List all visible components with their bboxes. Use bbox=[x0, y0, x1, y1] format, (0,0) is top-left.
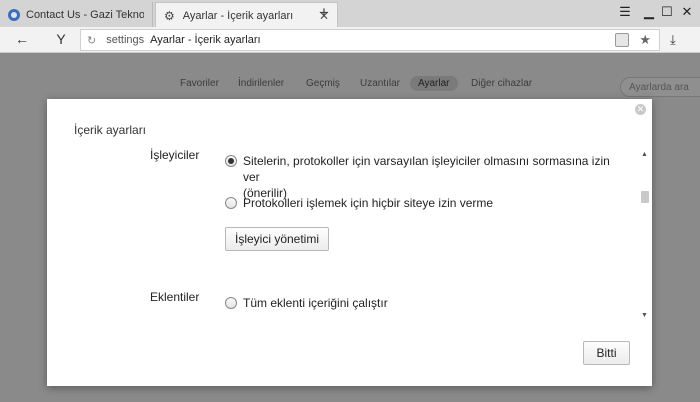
plugins-run-all-label: Tüm eklenti içeriğini çalıştır bbox=[243, 296, 388, 310]
settings-search-input[interactable]: Ayarlarda ara bbox=[620, 77, 700, 97]
scroll-down-arrow-icon[interactable]: ▼ bbox=[641, 312, 648, 319]
nav-item-other-devices[interactable]: Diğer cihazlar bbox=[471, 78, 532, 89]
scroll-up-arrow-icon[interactable]: ▲ bbox=[641, 151, 648, 158]
url-scheme: settings bbox=[106, 34, 145, 46]
done-button[interactable]: Bitti bbox=[583, 341, 630, 365]
nav-item-settings[interactable]: Ayarlar bbox=[410, 76, 458, 91]
protect-shield-icon[interactable] bbox=[615, 33, 629, 47]
plugins-run-all-option[interactable]: Tüm eklenti içeriğini çalıştır bbox=[225, 295, 388, 311]
nav-item-downloads[interactable]: İndirilenler bbox=[238, 78, 284, 89]
tab-title: Ayarlar - İçerik ayarları bbox=[182, 9, 294, 22]
dialog-title: İçerik ayarları bbox=[74, 123, 147, 137]
tab-settings[interactable]: ⚙ Ayarlar - İçerik ayarları ✕ bbox=[155, 2, 338, 28]
tab-contact-us[interactable]: Contact Us - Gazi Teknoparl bbox=[0, 2, 153, 27]
nav-item-history[interactable]: Geçmiş bbox=[306, 78, 340, 89]
bookmark-star-icon[interactable]: ★ bbox=[639, 32, 651, 48]
manage-handlers-button[interactable]: İşleyici yönetimi bbox=[225, 227, 329, 251]
back-arrow-icon[interactable]: ← bbox=[12, 31, 32, 47]
handlers-section-label: İşleyiciler bbox=[150, 148, 200, 162]
url-path: Ayarlar - İçerik ayarları bbox=[150, 34, 261, 46]
settings-nav: Favoriler İndirilenler Geçmiş Uzantılar … bbox=[0, 75, 700, 97]
new-tab-button[interactable]: + bbox=[315, 3, 333, 23]
tab-strip: Contact Us - Gazi Teknoparl ⚙ Ayarlar - … bbox=[0, 0, 700, 28]
vertical-scrollbar[interactable]: ▲ ▼ bbox=[639, 151, 651, 319]
scroll-thumb[interactable] bbox=[641, 191, 649, 203]
radio-deny-handlers[interactable] bbox=[225, 197, 237, 209]
maximize-icon[interactable]: ☐ bbox=[658, 4, 676, 20]
gear-icon: ⚙ bbox=[164, 8, 175, 23]
handlers-deny-label: Protokolleri işlemek için hiçbir siteye … bbox=[243, 196, 494, 210]
content-settings-dialog: ✕ İçerik ayarları İşleyiciler Sitelerin,… bbox=[47, 99, 652, 386]
radio-run-all-plugins[interactable] bbox=[225, 297, 237, 309]
nav-item-favorites[interactable]: Favoriler bbox=[180, 78, 219, 89]
dialog-close-icon[interactable]: ✕ bbox=[635, 104, 646, 115]
address-bar[interactable]: ↻ settings Ayarlar - İçerik ayarları ★ bbox=[80, 29, 660, 51]
menu-icon[interactable]: ☰ bbox=[616, 4, 634, 20]
minimize-icon[interactable]: ▁ bbox=[640, 4, 658, 20]
plugins-section-label: Eklentiler bbox=[150, 290, 200, 304]
handlers-allow-text: Sitelerin, protokoller için varsayılan i… bbox=[243, 153, 620, 201]
tab-title: Contact Us - Gazi Teknoparl bbox=[26, 8, 144, 21]
reload-icon[interactable]: ↻ bbox=[87, 34, 96, 47]
handlers-allow-option[interactable]: Sitelerin, protokoller için varsayılan i… bbox=[225, 153, 620, 201]
dialog-scroll-area[interactable]: İşleyiciler Sitelerin, protokoller için … bbox=[47, 144, 652, 320]
address-toolbar: ← Y ↻ settings Ayarlar - İçerik ayarları… bbox=[0, 27, 700, 53]
nav-item-extensions[interactable]: Uzantılar bbox=[360, 78, 400, 89]
close-window-icon[interactable]: ✕ bbox=[678, 4, 696, 20]
download-icon[interactable]: ⤓ bbox=[670, 32, 676, 48]
handlers-allow-label: Sitelerin, protokoller için varsayılan i… bbox=[243, 154, 610, 184]
browser-logo-icon[interactable]: Y bbox=[51, 31, 71, 47]
site-favicon-icon bbox=[8, 8, 20, 21]
radio-allow-handlers[interactable] bbox=[225, 155, 237, 167]
handlers-deny-option[interactable]: Protokolleri işlemek için hiçbir siteye … bbox=[225, 195, 493, 211]
